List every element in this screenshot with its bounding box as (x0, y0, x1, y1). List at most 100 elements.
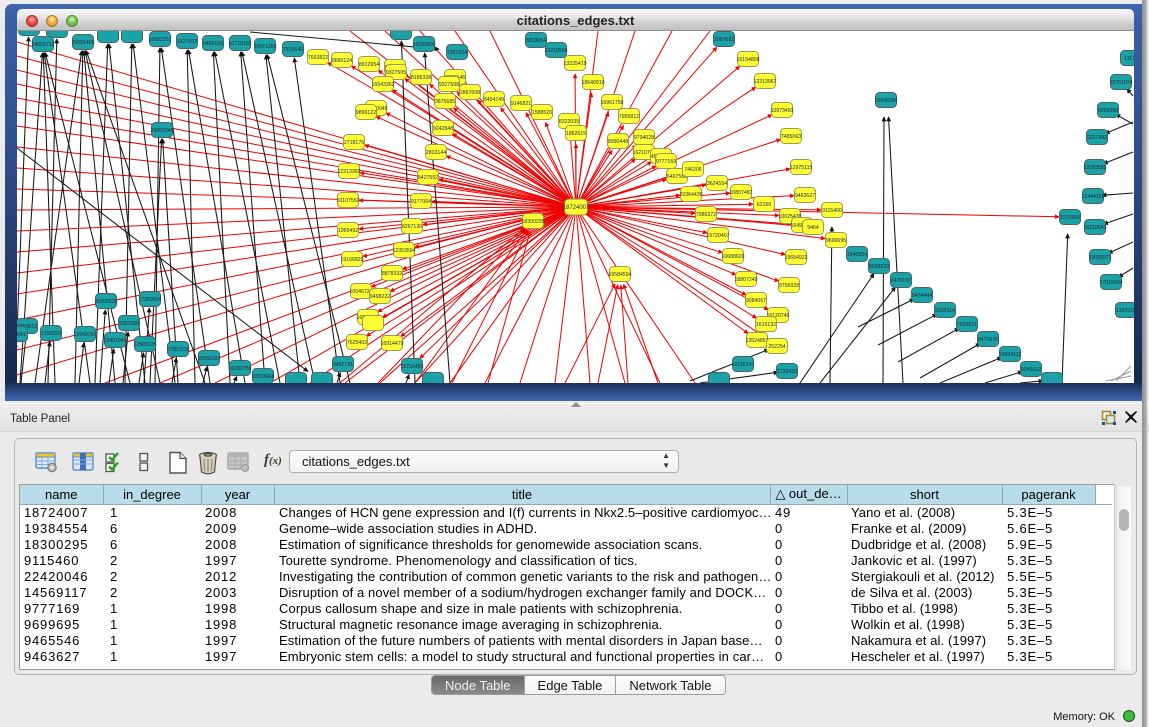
svg-text:19166829: 19166829 (340, 257, 363, 263)
svg-text:62160: 62160 (757, 202, 772, 208)
svg-text:8267130: 8267130 (402, 224, 422, 230)
svg-text:9896122: 9896122 (356, 110, 376, 116)
svg-text:9756928: 9756928 (779, 283, 799, 289)
svg-text:16914479: 16914479 (380, 341, 403, 347)
svg-text:9177004: 9177004 (411, 199, 431, 205)
svg-text:9327505: 9327505 (386, 70, 406, 76)
svg-text:10654112: 10654112 (999, 352, 1022, 358)
svg-text:9498222: 9498222 (370, 294, 390, 300)
svg-text:391541: 391541 (17, 332, 26, 338)
svg-text:8471676: 8471676 (978, 337, 998, 343)
svg-text:8878332: 8878332 (382, 271, 402, 277)
svg-text:10653257: 10653257 (148, 37, 171, 43)
svg-text:9457791: 9457791 (333, 362, 353, 368)
svg-text:746206: 746206 (684, 167, 701, 173)
svg-text:16210643: 16210643 (1083, 225, 1106, 231)
svg-text:16961758: 16961758 (600, 100, 623, 106)
svg-text:1527602: 1527602 (177, 39, 197, 45)
svg-text:15720407: 15720407 (706, 233, 729, 239)
svg-text:9794028: 9794028 (634, 135, 654, 141)
svg-text:8660124: 8660124 (332, 58, 352, 64)
svg-text:3875685: 3875685 (435, 99, 455, 105)
svg-text:8322035: 8322035 (559, 119, 579, 125)
svg-text:12353594: 12353594 (392, 248, 415, 254)
svg-text:9699695: 9699695 (826, 238, 846, 244)
svg-text:7632621: 7632621 (957, 322, 977, 328)
svg-text:6466160: 6466160 (203, 41, 223, 47)
svg-text:12213967: 12213967 (753, 79, 776, 85)
svg-text:18300295: 18300295 (521, 219, 544, 225)
svg-text:1862615: 1862615 (566, 131, 586, 137)
svg-text:3624554: 3624554 (707, 181, 727, 187)
svg-text:14055712: 14055712 (31, 42, 54, 48)
svg-text:3215955: 3215955 (1060, 215, 1080, 221)
svg-text:7357224: 7357224 (447, 50, 467, 56)
svg-text:16782759: 16782759 (228, 366, 251, 372)
svg-text:2867608: 2867608 (460, 90, 480, 96)
svg-text:1965492: 1965492 (338, 228, 358, 234)
svg-text:9084067: 9084067 (746, 298, 766, 304)
svg-text:10973493: 10973493 (770, 108, 793, 114)
svg-text:19584594: 19584594 (608, 272, 631, 278)
svg-text:9242848: 9242848 (433, 126, 453, 132)
svg-text:10688609: 10688609 (721, 254, 744, 260)
svg-text:9245652: 9245652 (1021, 367, 1041, 373)
svg-text:8813054: 8813054 (526, 38, 546, 44)
svg-text:9329966: 9329966 (1098, 108, 1118, 114)
svg-text:7485063: 7485063 (781, 134, 801, 140)
svg-text:1640954: 1640954 (847, 252, 867, 258)
svg-text:10923468: 10923468 (251, 374, 274, 380)
svg-text:12975115: 12975115 (790, 165, 813, 171)
svg-text:12505135: 12505135 (133, 342, 156, 348)
svg-text:10958187: 10958187 (197, 356, 220, 362)
svg-text:2935114: 2935114 (935, 308, 955, 314)
svg-text:8454749: 8454749 (484, 97, 504, 103)
svg-text:9115460: 9115460 (822, 208, 842, 214)
svg-text:6479197: 6479197 (891, 278, 911, 284)
svg-text:16648784: 16648784 (874, 98, 897, 104)
svg-text:15751074: 15751074 (1109, 80, 1132, 86)
svg-text:18724007: 18724007 (563, 205, 590, 211)
svg-text:12093582: 12093582 (1083, 165, 1106, 171)
svg-text:9464: 9464 (807, 225, 819, 231)
svg-text:1167533: 1167533 (1116, 308, 1134, 314)
svg-text:252254: 252254 (768, 344, 785, 350)
svg-text:9146821: 9146821 (511, 101, 531, 107)
svg-text:9474444: 9474444 (912, 293, 932, 299)
svg-text:10719155: 10719155 (228, 41, 251, 47)
svg-text:1588520: 1588520 (532, 110, 552, 116)
svg-text:17359924: 17359924 (138, 297, 161, 303)
svg-text:2718176: 2718176 (344, 140, 364, 146)
svg-text:13451944: 13451944 (103, 338, 126, 344)
svg-text:9227342: 9227342 (1087, 135, 1107, 141)
svg-text:7986372: 7986372 (696, 212, 716, 218)
svg-text:12942757: 12942757 (73, 332, 96, 338)
svg-text:9463627: 9463627 (795, 193, 815, 199)
svg-text:16033809: 16033809 (412, 42, 435, 48)
svg-text:17957225: 17957225 (166, 347, 189, 353)
svg-text:18640910: 18640910 (581, 80, 604, 86)
svg-text:19692971: 19692971 (1088, 255, 1111, 261)
svg-text:13325419: 13325419 (563, 61, 586, 67)
svg-text:2803144: 2803144 (426, 150, 446, 156)
svg-text:9397558: 9397558 (119, 321, 139, 327)
svg-text:1615192: 1615192 (756, 322, 776, 328)
svg-text:8990448: 8990448 (608, 139, 628, 145)
svg-text:10671355: 10671355 (253, 44, 276, 50)
svg-text:12213369: 12213369 (337, 169, 360, 175)
svg-text:17016504: 17016504 (1099, 280, 1122, 286)
svg-text:13524851: 13524851 (745, 338, 768, 344)
svg-text:8912954: 8912954 (359, 62, 379, 68)
svg-text:16543362: 16543362 (371, 82, 394, 88)
svg-text:20691406: 20691406 (71, 40, 94, 46)
svg-text:20206536: 20206536 (94, 299, 117, 305)
svg-text:16136141: 16136141 (731, 362, 754, 368)
svg-text:8186328: 8186328 (411, 75, 431, 81)
svg-text:7663822: 7663822 (308, 55, 328, 61)
svg-text:2087682: 2087682 (714, 37, 734, 43)
svg-text:19654923: 19654923 (784, 255, 807, 261)
svg-text:15716485: 15716485 (400, 364, 423, 370)
svg-text:10807487: 10807487 (729, 190, 752, 196)
svg-text:7955812: 7955812 (619, 114, 639, 120)
svg-text:19218506: 19218506 (544, 48, 567, 54)
